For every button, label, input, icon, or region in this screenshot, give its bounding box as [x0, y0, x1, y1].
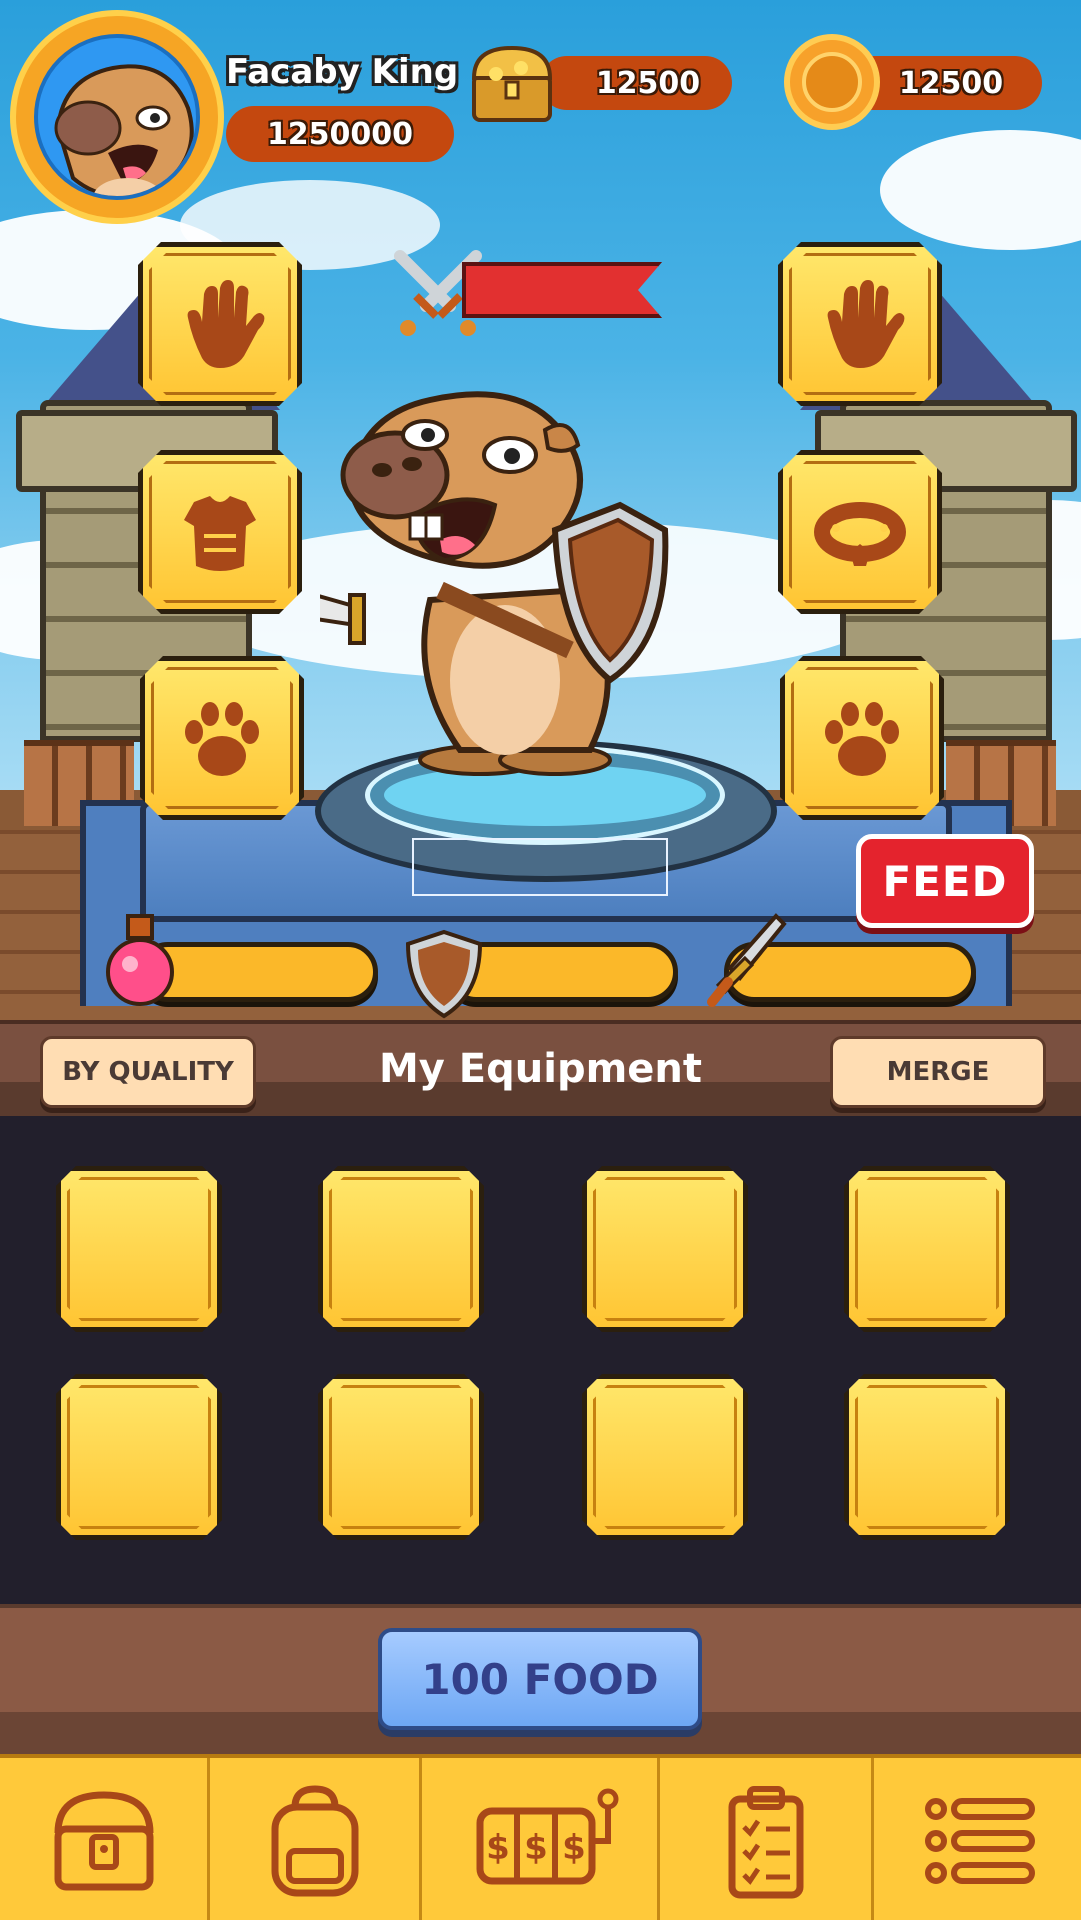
slot-right-collar[interactable]	[778, 450, 942, 614]
equipment-slot[interactable]	[844, 1374, 1010, 1540]
slot-right-hand[interactable]	[778, 242, 942, 406]
feed-button[interactable]: FEED	[856, 834, 1034, 928]
avatar-portrait	[34, 34, 200, 200]
player-avatar[interactable]	[10, 10, 224, 224]
menu-list-icon	[924, 1798, 1035, 1884]
chest-currency-amount: 12500	[595, 65, 701, 101]
player-score: 1250000	[266, 116, 414, 152]
hand-icon	[827, 280, 905, 368]
quest-clipboard-icon	[728, 1786, 803, 1899]
nav-shop[interactable]	[0, 1758, 210, 1920]
equipment-slot[interactable]	[582, 1166, 748, 1332]
coin-currency-amount: 12500	[898, 65, 1004, 101]
cloud	[880, 130, 1081, 250]
character-selection-box[interactable]	[412, 838, 668, 896]
backpack-icon	[271, 1785, 358, 1897]
slot-left-armor[interactable]	[138, 450, 302, 614]
nav-slot-machine[interactable]: $ $ $	[422, 1758, 660, 1920]
potion-icon	[106, 914, 174, 1006]
paw-icon	[185, 702, 259, 776]
svg-text:$: $	[524, 1828, 548, 1868]
equipment-slot[interactable]	[318, 1166, 484, 1332]
shield-icon	[405, 929, 483, 1019]
collar-icon	[814, 502, 906, 566]
capybara-hero[interactable]	[320, 380, 740, 800]
player-score-pill: 1250000	[226, 106, 454, 162]
hand-icon	[187, 280, 265, 368]
gold-coin-icon[interactable]	[784, 34, 880, 130]
equipment-slot[interactable]	[318, 1374, 484, 1540]
game-screen: Facaby King 1250000 12500 12500 FEED BY …	[0, 0, 1081, 1920]
equipment-grid	[0, 1116, 1081, 1604]
slot-left-hand[interactable]	[138, 242, 302, 406]
chest-currency-pill: 12500	[540, 56, 732, 110]
treasure-chest-icon[interactable]	[466, 36, 558, 128]
equipment-slot[interactable]	[582, 1374, 748, 1540]
nav-quests[interactable]	[660, 1758, 874, 1920]
sword-icon	[707, 913, 787, 1007]
svg-text:$: $	[486, 1828, 510, 1868]
equipment-slot[interactable]	[56, 1166, 222, 1332]
chest-icon	[54, 1791, 153, 1891]
equipment-slot[interactable]	[844, 1166, 1010, 1332]
paw-icon	[825, 702, 899, 776]
armor-icon	[184, 496, 256, 571]
nav-backpack[interactable]	[210, 1758, 422, 1920]
player-name: Facaby King	[226, 52, 459, 92]
capybara-portrait-icon	[54, 64, 194, 196]
svg-text:$: $	[562, 1828, 586, 1868]
bottom-navigation: $ $ $	[0, 1754, 1081, 1920]
health-banner	[462, 262, 662, 318]
slot-right-paw[interactable]	[780, 656, 944, 820]
equipment-slot[interactable]	[56, 1374, 222, 1540]
nav-menu[interactable]	[874, 1758, 1081, 1920]
food-button[interactable]: 100 FOOD	[378, 1628, 702, 1730]
slot-left-paw[interactable]	[140, 656, 304, 820]
slot-machine-icon: $ $ $	[476, 1788, 618, 1885]
merge-button[interactable]: MERGE	[830, 1036, 1046, 1108]
